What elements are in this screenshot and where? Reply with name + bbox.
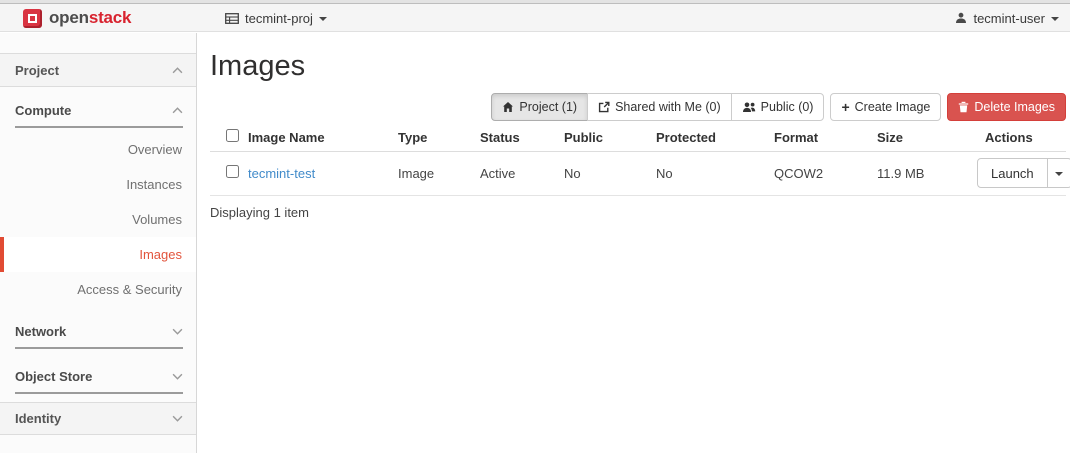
share-icon <box>598 101 610 113</box>
filter-label: Public (0) <box>760 100 814 114</box>
table-header-row: Image Name Type Status Public Protected … <box>210 124 1066 152</box>
chevron-down-icon <box>172 328 183 335</box>
sidebar-item-overview[interactable]: Overview <box>0 132 196 167</box>
row-actions-split-button: Launch <box>977 158 1070 188</box>
cell-type: Image <box>398 151 480 196</box>
row-checkbox[interactable] <box>226 165 239 178</box>
cell-status: Active <box>480 151 564 196</box>
sidebar-item-label: Instances <box>126 177 182 192</box>
sidebar-item-access-security[interactable]: Access & Security <box>0 272 196 307</box>
users-icon <box>742 102 755 112</box>
sidebar-network-label: Network <box>15 323 67 339</box>
sidebar-section-network[interactable]: Network <box>0 315 196 347</box>
sidebar-item-label: Volumes <box>132 212 182 227</box>
filter-project-button[interactable]: Project (1) <box>491 93 589 121</box>
filter-shared-with-me-button[interactable]: Shared with Me (0) <box>587 93 732 121</box>
sidebar-compute-label: Compute <box>15 102 72 118</box>
logo-text-stack: stack <box>88 8 132 27</box>
filter-public-button[interactable]: Public (0) <box>730 93 825 121</box>
sidebar-spacer <box>0 33 196 54</box>
delete-images-button[interactable]: Delete Images <box>947 93 1066 121</box>
column-header-format[interactable]: Format <box>774 124 877 152</box>
column-header-actions: Actions <box>977 124 1066 152</box>
sidebar-item-label: Access & Security <box>77 282 182 297</box>
sidebar-navigation: Project Compute Overview Instances Volum… <box>0 33 197 453</box>
openstack-horizon-dashboard: openstack tecmint-proj tecmint-user Proj… <box>0 0 1070 453</box>
filter-label: Shared with Me (0) <box>615 100 721 114</box>
caret-down-icon <box>1055 171 1064 176</box>
top-navbar: openstack tecmint-proj tecmint-user <box>0 4 1070 32</box>
chevron-up-icon <box>172 106 183 113</box>
column-header-public[interactable]: Public <box>564 124 656 152</box>
openstack-logo-icon <box>23 8 42 28</box>
column-header-protected[interactable]: Protected <box>656 124 774 152</box>
caret-down-icon <box>1051 16 1059 21</box>
user-icon <box>956 12 967 23</box>
main-content: Images Project (1) Shared with Me (0) Pu… <box>197 33 1070 453</box>
sidebar-identity-label: Identity <box>15 411 62 426</box>
table-footer-count: Displaying 1 item <box>210 204 309 220</box>
column-header-type[interactable]: Type <box>398 124 480 152</box>
sidebar-item-volumes[interactable]: Volumes <box>0 202 196 237</box>
user-menu-dropdown[interactable]: tecmint-user <box>955 4 1059 32</box>
column-header-status[interactable]: Status <box>480 124 564 152</box>
logo-text-open: open <box>49 8 89 27</box>
chevron-down-icon <box>172 415 183 422</box>
project-table-icon <box>225 12 239 24</box>
column-header-size[interactable]: Size <box>877 124 977 152</box>
cell-size: 11.9 MB <box>877 151 977 196</box>
sidebar-object-store-label: Object Store <box>15 368 93 384</box>
row-actions-dropdown-toggle[interactable] <box>1046 158 1070 188</box>
sidebar-dashboard-identity[interactable]: Identity <box>0 402 196 435</box>
images-table: Image Name Type Status Public Protected … <box>210 124 1070 196</box>
chevron-up-icon <box>172 66 183 73</box>
table-toolbar: Project (1) Shared with Me (0) Public (0… <box>210 93 1066 121</box>
chevron-down-icon <box>172 373 183 380</box>
sidebar-dashboard-project[interactable]: Project <box>0 54 196 87</box>
home-icon <box>503 102 514 112</box>
section-divider <box>15 347 183 349</box>
caret-down-icon <box>318 16 327 21</box>
image-filter-button-group: Project (1) Shared with Me (0) Public (0… <box>491 93 825 121</box>
project-switcher-label: tecmint-proj <box>245 10 313 26</box>
cell-public: No <box>564 151 656 196</box>
table-row-tecmint-test: tecmint-test Image Active No No QCOW2 11… <box>210 151 1070 196</box>
openstack-logo[interactable]: openstack <box>23 4 131 32</box>
create-image-button[interactable]: + Create Image <box>830 93 942 121</box>
sidebar-section-compute[interactable]: Compute <box>0 94 196 126</box>
delete-images-label: Delete Images <box>974 100 1055 114</box>
user-menu-label: tecmint-user <box>973 10 1045 26</box>
create-image-label: Create Image <box>854 100 931 114</box>
logo-text: openstack <box>49 8 131 28</box>
select-all-checkbox[interactable] <box>226 129 239 143</box>
launch-button[interactable]: Launch <box>977 158 1048 188</box>
column-header-image-name[interactable]: Image Name <box>248 124 398 152</box>
cell-format: QCOW2 <box>774 151 877 196</box>
filter-label: Project (1) <box>519 100 578 114</box>
image-name-link[interactable]: tecmint-test <box>248 166 315 181</box>
plus-icon: + <box>841 99 850 115</box>
sidebar-item-label: Images <box>139 247 182 262</box>
sidebar-item-images[interactable]: Images <box>0 237 196 272</box>
sidebar-project-label: Project <box>15 62 60 78</box>
trash-icon <box>959 101 969 113</box>
sidebar-section-object-store[interactable]: Object Store <box>0 360 196 392</box>
compute-panel-list: Overview Instances Volumes Images Access… <box>0 132 196 307</box>
page-title: Images <box>210 50 306 82</box>
section-divider <box>15 392 183 394</box>
sidebar-item-instances[interactable]: Instances <box>0 167 196 202</box>
section-divider <box>15 126 183 128</box>
project-switcher-dropdown[interactable]: tecmint-proj <box>225 4 327 32</box>
sidebar-item-label: Overview <box>127 142 182 157</box>
cell-protected: No <box>656 151 774 196</box>
